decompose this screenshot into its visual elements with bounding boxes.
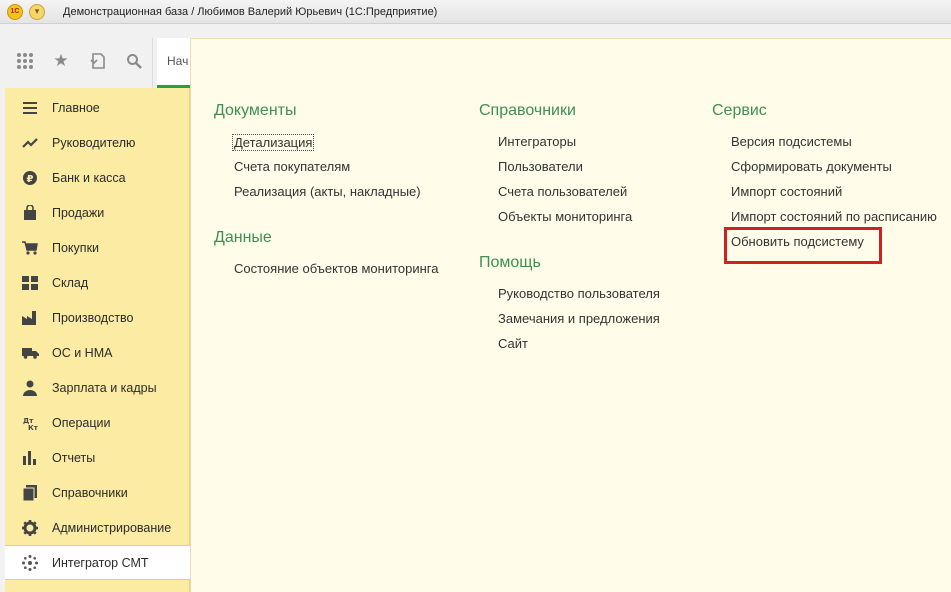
link-subsystem-version[interactable]: Версия подсистемы [731, 134, 852, 149]
link-site[interactable]: Сайт [498, 336, 528, 351]
link-import-states[interactable]: Импорт состояний [731, 184, 842, 199]
sidebar-item-purchases[interactable]: Покупки [5, 230, 190, 265]
bar-chart-icon [21, 449, 39, 467]
dt-kt-icon: Дт Кт [21, 414, 39, 432]
sidebar-item-label: Главное [52, 100, 100, 115]
section-title-help: Помощь [479, 254, 541, 271]
sections-sidebar: Главное Руководителю ₽ Банк и касса Прод… [5, 88, 190, 592]
link-sales-acts[interactable]: Реализация (акты, накладные) [234, 184, 421, 199]
section-title-service: Сервис [712, 102, 767, 119]
window-title: Демонстрационная база / Любимов Валерий … [63, 5, 438, 18]
highlight-frame [724, 227, 882, 264]
link-generate-documents[interactable]: Сформировать документы [731, 159, 892, 174]
search-icon[interactable] [124, 51, 144, 71]
trend-icon [21, 134, 39, 152]
sidebar-item-label: Покупки [52, 240, 100, 255]
sidebar-item-label: Руководителю [52, 135, 136, 150]
chevron-down-icon: ▾ [34, 6, 40, 16]
link-detailing[interactable]: Детализация [232, 134, 315, 151]
link-user-guide[interactable]: Руководство пользователя [498, 286, 660, 301]
sidebar-item-label: Справочники [52, 485, 128, 500]
bag-icon [21, 204, 39, 222]
link-feedback[interactable]: Замечания и предложения [498, 311, 660, 326]
truck-icon [21, 344, 39, 362]
sidebar-item-label: Отчеты [52, 450, 96, 465]
sidebar-item-label: Операции [52, 415, 111, 430]
grid-icon[interactable] [15, 51, 35, 71]
warehouse-icon [21, 274, 39, 292]
sidebar-item-label: ОС и НМА [52, 345, 113, 360]
coin-icon: ₽ [21, 169, 39, 187]
factory-icon [21, 309, 39, 327]
sidebar-item-operations[interactable]: Дт Кт Операции [5, 405, 190, 440]
section-title-documents: Документы [214, 102, 297, 119]
main-menu-button[interactable]: ▾ [29, 3, 45, 20]
sidebar-item-label: Продажи [52, 205, 105, 220]
sidebar-item-label: Зарплата и кадры [52, 380, 157, 395]
link-users[interactable]: Пользователи [498, 159, 583, 174]
title-bar: 1С ▾ Демонстрационная база / Любимов Вал… [0, 0, 951, 24]
star-icon[interactable]: ★ [51, 51, 71, 71]
tab-start-page[interactable]: Нач [157, 38, 191, 88]
sidebar-item-production[interactable]: Производство [5, 300, 190, 335]
network-icon [21, 554, 39, 572]
sidebar-item-label: Интегратор СМТ [52, 555, 149, 570]
sidebar-item-label: Производство [52, 310, 134, 325]
section-title-data: Данные [214, 229, 272, 246]
sidebar-item-sales[interactable]: Продажи [5, 195, 190, 230]
app-logo-icon[interactable]: 1С [7, 3, 23, 20]
sidebar-item-integrator[interactable]: Интегратор СМТ [5, 545, 190, 580]
sidebar-item-main[interactable]: Главное [5, 90, 190, 125]
toolbar-divider [152, 38, 153, 88]
link-integrators[interactable]: Интеграторы [498, 134, 576, 149]
sidebar-item-assets[interactable]: ОС и НМА [5, 335, 190, 370]
svg-text:Кт: Кт [28, 424, 38, 431]
sidebar-item-warehouse[interactable]: Склад [5, 265, 190, 300]
sidebar-item-label: Склад [52, 275, 89, 290]
person-icon [21, 379, 39, 397]
svg-text:₽: ₽ [27, 174, 34, 185]
link-monitoring-objects[interactable]: Объекты мониторинга [498, 209, 632, 224]
link-customer-invoices[interactable]: Счета покупателям [234, 159, 350, 174]
link-monitoring-state[interactable]: Состояние объектов мониторинга [234, 261, 438, 276]
history-icon[interactable] [88, 51, 108, 71]
sidebar-item-salary[interactable]: Зарплата и кадры [5, 370, 190, 405]
link-import-states-scheduled[interactable]: Импорт состояний по расписанию [731, 209, 937, 224]
cart-icon [21, 239, 39, 257]
sidebar-item-catalogs[interactable]: Справочники [5, 475, 190, 510]
link-user-accounts[interactable]: Счета пользователей [498, 184, 627, 199]
sidebar-item-label: Банк и касса [52, 170, 126, 185]
gear-icon [21, 519, 39, 537]
sidebar-item-label: Администрирование [52, 520, 172, 535]
section-title-catalogs: Справочники [479, 102, 576, 119]
book-icon [21, 484, 39, 502]
menu-icon [21, 99, 39, 117]
sidebar-item-reports[interactable]: Отчеты [5, 440, 190, 475]
sidebar-item-director[interactable]: Руководителю [5, 125, 190, 160]
sidebar-item-admin[interactable]: Администрирование [5, 510, 190, 545]
sidebar-item-bank[interactable]: ₽ Банк и касса [5, 160, 190, 195]
